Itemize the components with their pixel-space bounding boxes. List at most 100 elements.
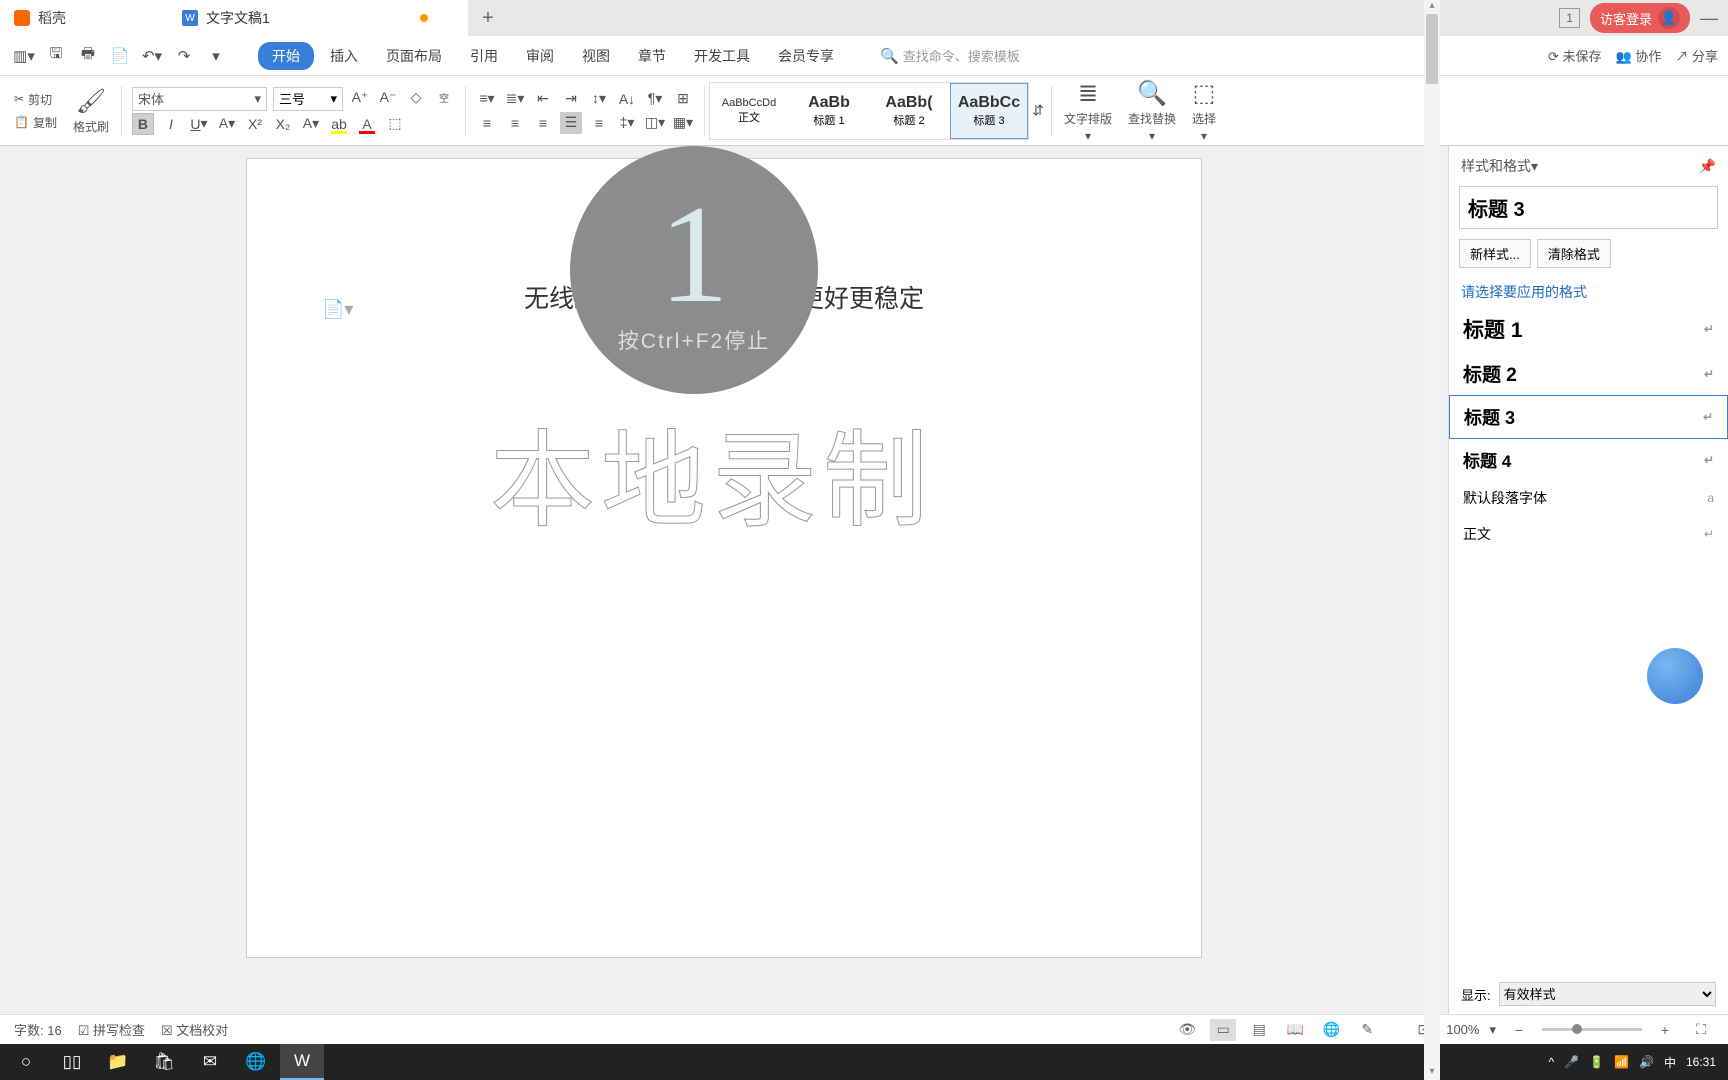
assistant-bubble[interactable] [1647, 648, 1703, 704]
bullets-button[interactable]: ≡▾ [476, 88, 498, 110]
undo-icon[interactable]: ↶▾ [138, 42, 166, 70]
menu-insert[interactable]: 插入 [318, 42, 370, 70]
text-direction-button[interactable]: ↕▾ [588, 88, 610, 110]
list-item[interactable]: 标题 2↵ [1449, 352, 1728, 395]
distribute-button[interactable]: ≡ [588, 112, 610, 134]
align-right-button[interactable]: ≡ [532, 112, 554, 134]
tab-docer[interactable]: 稻壳 [0, 0, 168, 36]
format-brush-button[interactable]: 🖌 格式刷 [65, 83, 117, 139]
spell-check[interactable]: ☑ 拼写检查 [78, 1020, 145, 1039]
list-item[interactable]: 标题 4↵ [1449, 439, 1728, 480]
tabs-button[interactable]: ⊞ [672, 88, 694, 110]
tab-document[interactable]: W 文字文稿1 [168, 0, 468, 36]
task-view-icon[interactable]: ▯▯ [50, 1044, 94, 1080]
underline-button[interactable]: U▾ [188, 113, 210, 135]
indent-left-button[interactable]: ⇤ [532, 88, 554, 110]
italic-button[interactable]: I [160, 113, 182, 135]
style-normal[interactable]: AaBbCcDd 正文 [710, 83, 788, 139]
char-border-button[interactable]: ⬚ [384, 113, 406, 135]
print-icon[interactable]: 🖶 [74, 42, 102, 70]
font-color-button[interactable]: A [356, 113, 378, 135]
outline-view-icon[interactable]: ▤ [1246, 1019, 1272, 1041]
explorer-icon[interactable]: 📁 [96, 1044, 140, 1080]
ime-indicator[interactable]: 中 [1664, 1054, 1676, 1071]
select-button[interactable]: ⬚ 选择▾ [1184, 75, 1224, 147]
word-count[interactable]: 字数: 16 [14, 1020, 62, 1039]
phonetic-icon[interactable]: 空 [433, 87, 455, 109]
battery-icon[interactable]: 🔋 [1589, 1055, 1604, 1069]
new-style-button[interactable]: 新样式... [1459, 239, 1531, 268]
share-button[interactable]: ↗ 分享 [1675, 46, 1718, 65]
pin-icon[interactable]: 📌 [1699, 158, 1716, 175]
shrink-font-icon[interactable]: A⁻ [377, 87, 399, 109]
show-select[interactable]: 有效样式 [1499, 982, 1716, 1006]
numbering-button[interactable]: ≣▾ [504, 88, 526, 110]
list-item[interactable]: 正文↵ [1449, 516, 1728, 552]
highlight-button[interactable]: ab [328, 113, 350, 135]
find-replace-button[interactable]: 🔍 查找替换▾ [1120, 75, 1184, 147]
list-item[interactable]: 标题 3↵ [1449, 395, 1728, 439]
strikethrough-button[interactable]: A▾ [216, 113, 238, 135]
document-area[interactable]: 无线上网和有线上网哪个更好更稳定 📄▾ 1 按Ctrl+F2停止 本地录制 [0, 146, 1448, 1014]
edit-icon[interactable]: ✎ [1354, 1019, 1380, 1041]
wifi-icon[interactable]: 📶 [1614, 1055, 1629, 1069]
current-style[interactable]: 标题 3 [1459, 186, 1718, 229]
web-view-icon[interactable]: 🌐 [1318, 1019, 1344, 1041]
zoom-in-button[interactable]: + [1652, 1019, 1678, 1041]
style-heading1[interactable]: AaBb 标题 1 [790, 83, 868, 139]
wps-icon[interactable]: W [280, 1044, 324, 1080]
menu-section[interactable]: 章节 [626, 42, 678, 70]
text-layout-button[interactable]: ≣ 文字排版▾ [1056, 75, 1120, 147]
zoom-slider[interactable] [1542, 1028, 1642, 1031]
start-button[interactable]: ○ [4, 1044, 48, 1080]
eye-icon[interactable]: 👁 [1174, 1019, 1200, 1041]
size-select[interactable]: 三号▾ [273, 87, 343, 111]
style-heading3[interactable]: AaBbCc 标题 3 [950, 83, 1028, 139]
shading-button[interactable]: ◫▾ [644, 112, 666, 134]
menu-review[interactable]: 审阅 [514, 42, 566, 70]
store-icon[interactable]: 🛍 [142, 1044, 186, 1080]
mail-icon[interactable]: ✉ [188, 1044, 232, 1080]
page-view-icon[interactable]: ▭ [1210, 1019, 1236, 1041]
menu-reference[interactable]: 引用 [458, 42, 510, 70]
file-menu-icon[interactable]: ▥▾ [10, 42, 38, 70]
subscript-button[interactable]: X₂ [272, 113, 294, 135]
redo-icon[interactable]: ↷ [170, 42, 198, 70]
align-center-button[interactable]: ≡ [504, 112, 526, 134]
line-spacing-button[interactable]: ‡▾ [616, 112, 638, 134]
tray-chevron-icon[interactable]: ^ [1549, 1055, 1555, 1069]
text-effects-button[interactable]: A▾ [300, 113, 322, 135]
menu-vip[interactable]: 会员专享 [766, 42, 846, 70]
justify-button[interactable]: ☰ [560, 112, 582, 134]
scroll-thumb[interactable] [1426, 14, 1438, 84]
grow-font-icon[interactable]: A⁺ [349, 87, 371, 109]
superscript-button[interactable]: X² [244, 113, 266, 135]
page-nav-icon[interactable]: 📄▾ [322, 299, 353, 320]
scroll-down-icon[interactable]: ▾ [1424, 1066, 1440, 1080]
volume-icon[interactable]: 🔊 [1639, 1055, 1654, 1069]
cut-button[interactable]: ✂ 剪切 [12, 89, 59, 110]
save-icon[interactable]: 🖫 [42, 42, 70, 70]
fullscreen-icon[interactable]: ⛶ [1688, 1019, 1714, 1041]
style-gallery-expand[interactable]: ⇵ [1029, 100, 1047, 122]
zoom-out-button[interactable]: − [1506, 1019, 1532, 1041]
bold-button[interactable]: B [132, 113, 154, 135]
borders-button[interactable]: ▦▾ [672, 112, 694, 134]
login-button[interactable]: 访客登录 👤 [1590, 3, 1690, 33]
mic-icon[interactable]: 🎤 [1564, 1055, 1579, 1069]
minimize-button[interactable]: — [1700, 8, 1718, 29]
scroll-up-icon[interactable]: ▴ [1424, 0, 1440, 14]
menu-devtools[interactable]: 开发工具 [682, 42, 762, 70]
search-input[interactable]: 🔍 查找命令、搜索模板 [880, 46, 1080, 65]
indent-right-button[interactable]: ⇥ [560, 88, 582, 110]
menu-view[interactable]: 视图 [570, 42, 622, 70]
clear-format-button[interactable]: 清除格式 [1537, 239, 1611, 268]
paragraph-mark-button[interactable]: ¶▾ [644, 88, 666, 110]
collab-button[interactable]: 👥 协作 [1616, 46, 1662, 65]
menu-layout[interactable]: 页面布局 [374, 42, 454, 70]
unsaved-indicator[interactable]: ⟳ 未保存 [1548, 46, 1602, 65]
font-select[interactable]: 宋体▾ [132, 87, 267, 111]
reading-view-icon[interactable]: 📖 [1282, 1019, 1308, 1041]
zoom-value[interactable]: 100% [1446, 1022, 1479, 1037]
window-badge[interactable]: 1 [1559, 8, 1580, 28]
